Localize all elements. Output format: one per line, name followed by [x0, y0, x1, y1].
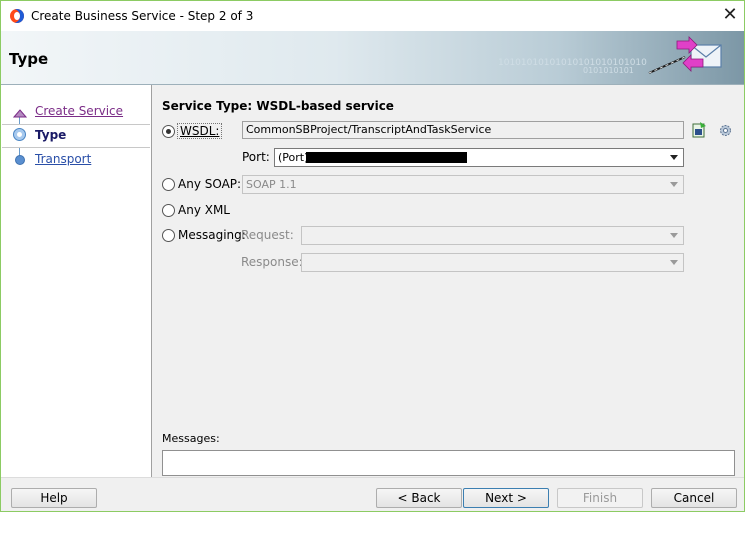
messages-label: Messages: — [162, 432, 220, 445]
port-dropdown[interactable]: (Port) — [274, 148, 684, 167]
chevron-down-icon — [670, 233, 678, 238]
any-xml-radio[interactable] — [162, 204, 175, 217]
cancel-button[interactable]: Cancel — [651, 488, 737, 508]
background-below-dialog — [0, 512, 746, 533]
chevron-down-icon — [670, 260, 678, 265]
footer-divider — [1, 477, 744, 478]
help-button[interactable]: Help — [11, 488, 97, 508]
next-button[interactable]: Next > — [463, 488, 549, 508]
messaging-radio[interactable] — [162, 229, 175, 242]
current-step-icon — [13, 128, 26, 141]
chevron-down-icon — [670, 182, 678, 187]
response-label: Response: — [241, 255, 303, 269]
service-type-label: Service Type: WSDL-based service — [162, 99, 394, 113]
nav-step-create-service[interactable]: Create Service — [35, 104, 123, 118]
wsdl-browse-icon[interactable] — [691, 122, 707, 138]
wsdl-field[interactable]: CommonSBProject/TranscriptAndTaskService — [242, 121, 684, 139]
request-dropdown[interactable] — [301, 226, 684, 245]
any-soap-radio[interactable] — [162, 178, 175, 191]
wsdl-radio[interactable] — [162, 125, 175, 138]
redacted-port-name — [306, 152, 467, 163]
any-soap-label: Any SOAP: — [178, 177, 242, 191]
port-value: (Port) — [278, 151, 309, 164]
soap-version-dropdown[interactable]: SOAP 1.1 — [242, 175, 684, 194]
soap-version-value: SOAP 1.1 — [246, 178, 297, 191]
page-title: Type — [9, 50, 49, 68]
envelope-arrows-icon — [648, 36, 722, 74]
messages-area — [162, 450, 735, 476]
nav-step-type: Type — [35, 128, 67, 142]
title-bar: Create Business Service - Step 2 of 3 ✕ — [1, 1, 744, 31]
app-logo-icon — [10, 9, 24, 23]
any-xml-label: Any XML — [178, 203, 230, 217]
create-business-service-dialog: Create Business Service - Step 2 of 3 ✕ … — [0, 0, 745, 512]
gear-icon[interactable] — [718, 123, 733, 138]
port-label: Port: — [242, 150, 270, 164]
window-title: Create Business Service - Step 2 of 3 — [31, 9, 254, 23]
header-decoration-text-2: 0101010101 — [583, 66, 634, 75]
nav-step-transport[interactable]: Transport — [35, 152, 91, 166]
request-label: Request: — [241, 228, 294, 242]
wsdl-label: WSDL: — [177, 123, 223, 139]
chevron-down-icon — [670, 155, 678, 160]
response-dropdown[interactable] — [301, 253, 684, 272]
pending-step-icon — [15, 155, 25, 165]
step-header: Type 10101010101010101010101010 01010101… — [1, 31, 744, 85]
messaging-label: Messaging: — [178, 228, 246, 242]
step-visited-icon — [12, 107, 28, 118]
back-button[interactable]: < Back — [376, 488, 462, 508]
finish-button[interactable]: Finish — [557, 488, 643, 508]
close-button[interactable]: ✕ — [719, 5, 741, 27]
